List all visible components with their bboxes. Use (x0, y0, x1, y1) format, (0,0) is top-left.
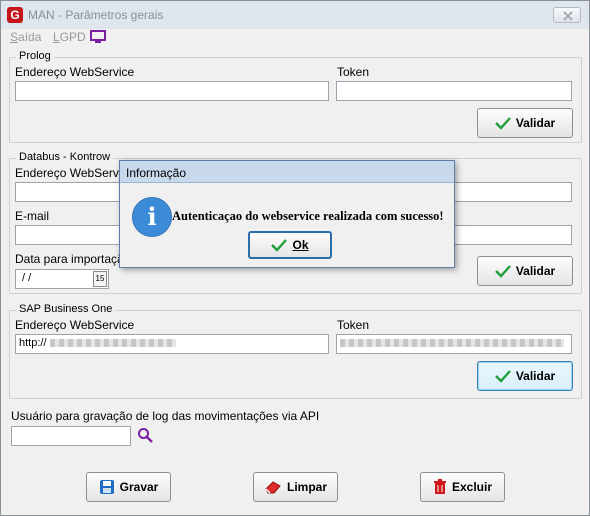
dialog-title: Informação (126, 166, 187, 180)
prolog-token-input[interactable] (336, 81, 572, 101)
close-button[interactable] (553, 7, 581, 23)
app-logo-icon: G (7, 7, 23, 23)
usuario-log-label: Usuário para gravação de log das movimen… (11, 409, 320, 423)
prolog-token-label: Token (337, 65, 370, 79)
sap-validar-button[interactable]: Validar (477, 361, 573, 391)
menu-bar: Saída LGPD (1, 29, 589, 47)
dialog-message: Autenticaçao do webservice realizada com… (172, 209, 444, 223)
trash-icon (433, 479, 446, 494)
databus-data-label: Data para importação (15, 252, 131, 266)
check-icon (494, 117, 511, 130)
sap-token-input[interactable] (336, 334, 572, 354)
data-importacao-input[interactable]: / / 15 (15, 269, 109, 289)
main-window: G MAN - Parâmetros gerais Saída LGPD Pro… (0, 0, 590, 516)
prolog-endereco-input[interactable] (15, 81, 329, 101)
prolog-endereco-label: Endereço WebService (15, 65, 135, 79)
calendar-icon[interactable]: 15 (93, 271, 107, 287)
dialog-title-bar: Informação (120, 161, 454, 183)
databus-validar-button[interactable]: Validar (477, 256, 573, 286)
menu-lgpd[interactable]: LGPD (53, 30, 86, 44)
databus-email-label: E-mail (15, 209, 50, 223)
window-title: MAN - Parâmetros gerais (28, 8, 164, 22)
title-bar: G MAN - Parâmetros gerais (1, 1, 589, 29)
databus-endereco-label: Endereço WebService (15, 166, 135, 180)
search-icon[interactable] (137, 427, 153, 443)
close-icon (563, 11, 573, 21)
sap-endereco-label: Endereço WebService (15, 318, 135, 332)
prolog-group-title: Prolog (16, 50, 54, 62)
info-icon: i (132, 197, 172, 237)
limpar-button[interactable]: Limpar (253, 472, 338, 502)
gravar-button[interactable]: Gravar (86, 472, 171, 502)
check-icon (494, 370, 511, 383)
info-dialog: Informação i Autenticaçao do webservice … (119, 160, 455, 268)
monitor-icon[interactable] (90, 30, 106, 44)
sap-group-title: SAP Business One (16, 303, 116, 315)
databus-group-title: Databus - Kontrow (16, 151, 114, 163)
check-icon (494, 265, 511, 278)
sap-endereco-input[interactable]: http:// (15, 334, 329, 354)
check-icon (271, 239, 288, 252)
save-icon (99, 480, 114, 494)
usuario-log-input[interactable] (11, 426, 131, 446)
redacted-text (340, 339, 564, 348)
ok-button[interactable]: Ok (248, 231, 332, 259)
prolog-validar-button[interactable]: Validar (477, 108, 573, 138)
eraser-icon (265, 481, 281, 494)
sap-endereco-text: http:// (19, 337, 47, 350)
menu-saida[interactable]: Saída (10, 30, 41, 44)
redacted-text (49, 339, 176, 348)
sap-token-label: Token (337, 318, 370, 332)
excluir-button[interactable]: Excluir (420, 472, 505, 502)
